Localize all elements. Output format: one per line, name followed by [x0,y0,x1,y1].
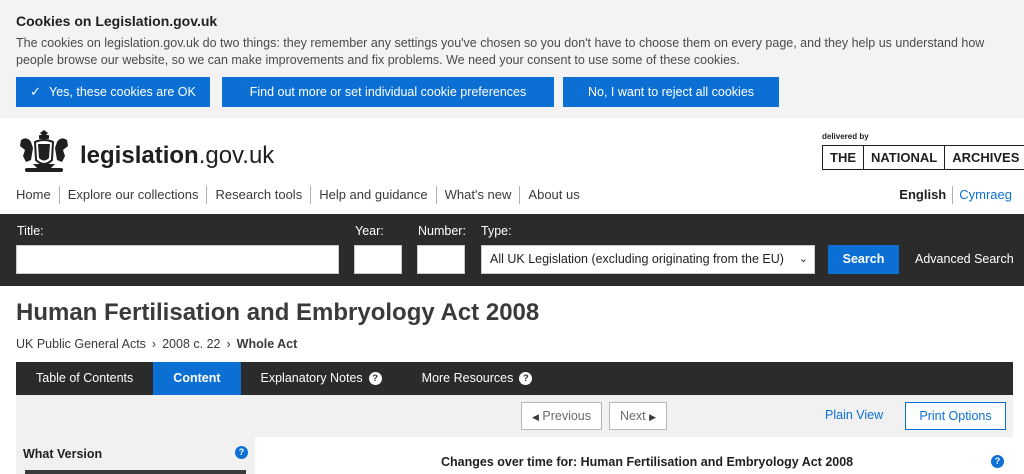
tab-table-of-contents[interactable]: Table of Contents [16,362,153,395]
tna-word: NATIONAL [864,146,946,169]
language-english: English [899,186,954,204]
help-icon[interactable]: ? [991,455,1004,468]
breadcrumb-current: Whole Act [236,337,298,351]
royal-crest-logo[interactable] [17,130,71,176]
tab-explanatory-notes[interactable]: Explanatory Notes? [241,362,402,395]
main-nav: Home Explore our collections Research to… [16,186,588,204]
nav-about-us[interactable]: About us [519,186,587,204]
chevron-right-icon: › [226,337,231,351]
year-input[interactable] [354,245,402,274]
language-welsh-link[interactable]: Cymraeg [953,186,1012,204]
national-archives-logo[interactable]: THE NATIONAL ARCHIVES [822,145,1024,170]
cookie-banner: Cookies on Legislation.gov.uk The cookie… [0,0,1024,118]
what-version-heading: What Version [23,447,103,461]
chevron-down-icon: ⌄ [798,253,808,265]
content-tabs: Table of Contents Content Explanatory No… [16,362,1013,401]
tab-label: Content [173,371,221,385]
what-version-panel: What Version ? [16,437,255,474]
nav-explore-collections[interactable]: Explore our collections [58,186,207,204]
title-label: Title: [17,224,44,238]
page-title: Human Fertilisation and Embryology Act 2… [16,299,540,326]
delivered-by-label: delivered by [822,132,869,141]
next-label: Next [619,409,646,423]
tna-word: ARCHIVES [952,150,1020,165]
next-button[interactable]: Next ▶ [609,402,667,430]
breadcrumb-item[interactable]: 2008 c. 22 [162,336,220,352]
help-icon[interactable]: ? [368,372,382,386]
triangle-right-icon: ▶ [649,412,657,422]
cookie-banner-title: Cookies on Legislation.gov.uk [16,13,218,29]
content-toolbar: ◀ Previous Next ▶ Plain View Print Optio… [16,395,1013,437]
language-switcher: English Cymraeg [899,186,1012,204]
type-select-value: All UK Legislation (excluding originatin… [490,252,784,266]
site-name-logo[interactable]: legislation.gov.uk [80,141,274,171]
nav-research-tools[interactable]: Research tools [206,186,310,204]
check-icon: ✓ [30,84,42,99]
reject-cookies-button[interactable]: No, I want to reject all cookies [563,77,779,107]
year-label: Year: [355,224,384,238]
search-bar: Title: Year: Number: Type: All UK Legisl… [0,214,1024,286]
help-icon[interactable]: ? [519,372,533,386]
site-name-main: legislation [80,142,199,169]
accept-cookies-label: Yes, these cookies are OK [49,85,196,99]
nav-home[interactable]: Home [16,186,59,204]
type-label: Type: [481,224,512,238]
accept-cookies-button[interactable]: ✓ Yes, these cookies are OK [16,77,210,107]
triangle-left-icon: ◀ [531,412,539,422]
advanced-search-link[interactable]: Advanced Search [915,252,1014,266]
site-name-suffix: .gov.uk [198,142,275,169]
version-selector[interactable] [25,470,246,474]
tab-label: Table of Contents [36,371,134,385]
number-label: Number: [418,224,466,238]
title-input[interactable] [16,245,339,274]
print-options-button[interactable]: Print Options [905,402,1006,430]
breadcrumb-item[interactable]: UK Public General Acts [16,336,146,352]
cookie-preferences-button[interactable]: Find out more or set individual cookie p… [222,77,554,107]
tab-content[interactable]: Content [153,362,241,401]
previous-label: Previous [542,409,592,423]
search-button[interactable]: Search [828,245,899,274]
number-input[interactable] [417,245,465,274]
nav-whats-new[interactable]: What's new [435,186,520,204]
previous-button[interactable]: ◀ Previous [521,402,602,430]
tna-word: THE [823,146,864,169]
plain-view-link[interactable]: Plain View [825,408,883,422]
chevron-right-icon: › [151,337,157,351]
breadcrumb: UK Public General Acts › 2008 c. 22 › Wh… [16,336,297,352]
tab-more-resources[interactable]: More Resources? [402,362,553,395]
nav-help-guidance[interactable]: Help and guidance [310,186,435,204]
help-icon[interactable]: ? [235,446,248,459]
tab-label: Explanatory Notes [260,371,363,385]
type-select[interactable]: All UK Legislation (excluding originatin… [481,245,815,274]
cookie-banner-text: The cookies on legislation.gov.uk do two… [16,36,985,67]
changes-over-time-heading: Changes over time for: Human Fertilisati… [441,455,854,469]
tab-label: More Resources [421,371,514,385]
